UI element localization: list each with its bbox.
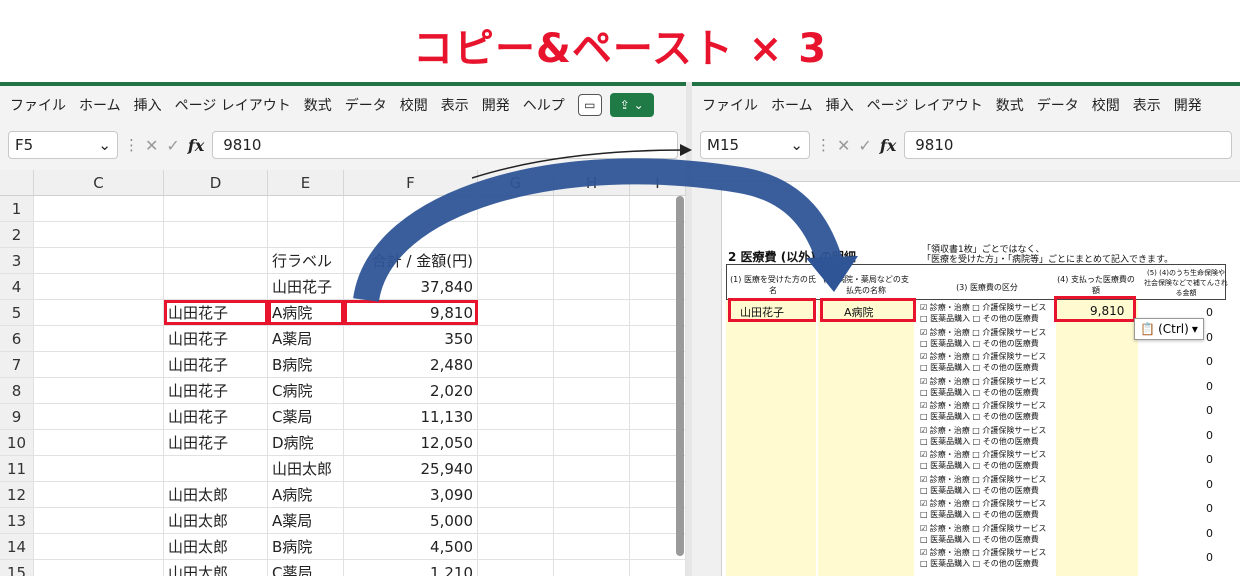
copy-arrow — [353, 158, 843, 303]
copy-arrow-overlay — [353, 144, 858, 303]
root: コピー&ペースト × 3 ファイル ホーム 挿入 ページ レイアウト 数式 デー… — [0, 0, 1240, 576]
arrow-tip-icon — [680, 144, 692, 156]
arrow-head-icon — [806, 256, 858, 292]
